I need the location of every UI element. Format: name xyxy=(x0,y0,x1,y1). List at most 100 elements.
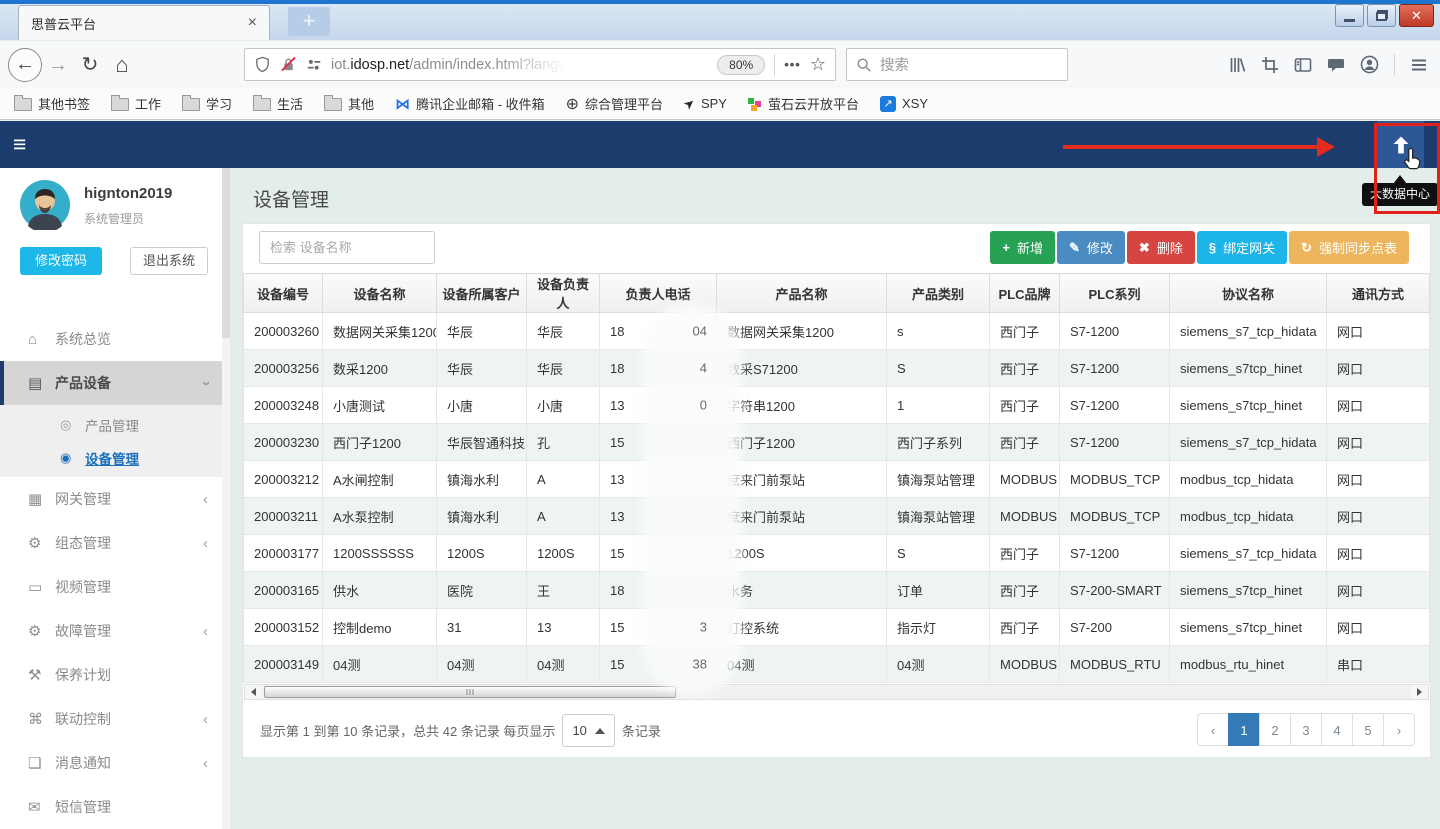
column-header[interactable]: 设备负责人 xyxy=(527,274,600,313)
sidebar-scrollbar[interactable] xyxy=(222,168,230,829)
column-header[interactable]: 设备所属客户 xyxy=(437,274,527,313)
bookmark-item[interactable]: ⋈腾讯企业邮箱 - 收件箱 xyxy=(395,94,545,113)
window-close-button[interactable]: ✕ xyxy=(1399,4,1434,27)
table-row[interactable]: 200003211A水泵控制镇海水利A13庶来门前泵站镇海泵站管理MODBUSM… xyxy=(244,498,1430,535)
action-button-新增[interactable]: +新增 xyxy=(990,231,1055,264)
sidebar-item-系统总览[interactable]: ⌂系统总览 xyxy=(0,317,230,361)
pagination-prev-button[interactable]: ‹ xyxy=(1197,713,1229,746)
column-header[interactable]: 通讯方式 xyxy=(1327,274,1430,313)
table-row[interactable]: 200003152控制demo3113153灯控系统指示灯西门子S7-200si… xyxy=(244,609,1430,646)
sidebar-item-短信管理[interactable]: ✉短信管理 xyxy=(0,785,230,829)
browser-tab[interactable]: 思普云平台 × xyxy=(18,5,270,40)
screen: 思普云平台 × + ✕ ← → ↻ ⌂ iot.idosp.net/admin/… xyxy=(0,0,1440,829)
device-search-input[interactable] xyxy=(259,231,435,264)
bookmark-folder[interactable]: 生活 xyxy=(253,94,303,113)
url-bar[interactable]: iot.idosp.net/admin/index.html?langu 80%… xyxy=(244,48,836,81)
back-button[interactable]: ← xyxy=(8,48,42,82)
bookmark-folder[interactable]: 学习 xyxy=(182,94,232,113)
scroll-left-button[interactable] xyxy=(245,685,262,699)
account-icon[interactable] xyxy=(1360,55,1379,74)
table-row[interactable]: 20000314904测04测04测153804测04测MODBUSMODBUS… xyxy=(244,646,1430,683)
sidebar-item-组态管理[interactable]: ⚙组态管理‹ xyxy=(0,521,230,565)
table-cell-category: 指示灯 xyxy=(887,609,990,646)
sidebar-item-联动控制[interactable]: ⌘联动控制‹ xyxy=(0,697,230,741)
tab-close-icon[interactable]: × xyxy=(248,15,257,31)
page-size-select[interactable]: 10 xyxy=(562,714,614,747)
column-header[interactable]: 设备名称 xyxy=(323,274,437,313)
bookmark-folder[interactable]: 工作 xyxy=(111,94,161,113)
bookmark-label: 其他书签 xyxy=(38,94,90,113)
column-header[interactable]: 协议名称 xyxy=(1170,274,1327,313)
sidebar-collapse-icon[interactable]: ≡ xyxy=(13,131,26,158)
phone-visible-left: 15 xyxy=(610,620,624,635)
insecure-lock-icon[interactable] xyxy=(280,56,297,73)
bookmark-star-icon[interactable]: ☆ xyxy=(810,54,826,75)
table-row[interactable]: 200003256数采1200华辰华辰184数采S71200S西门子S7-120… xyxy=(244,350,1430,387)
bookmark-folder[interactable]: 其他 xyxy=(324,94,374,113)
bookmark-item[interactable]: ⊕综合管理平台 xyxy=(566,94,663,114)
column-header[interactable]: PLC系列 xyxy=(1060,274,1170,313)
table-row[interactable]: 200003230西门子1200华辰智通科技孔15西门子1200西门子系列西门子… xyxy=(244,424,1430,461)
bookmark-item[interactable]: ↗XSY xyxy=(880,96,928,112)
pagination-page-3[interactable]: 3 xyxy=(1290,713,1322,746)
url-text[interactable]: iot.idosp.net/admin/index.html?langu xyxy=(331,57,566,73)
sidebar-subitem-产品管理[interactable]: ◎产品管理 xyxy=(0,408,230,441)
action-button-删除[interactable]: ✖删除 xyxy=(1127,231,1195,264)
sidebar-item-保养计划[interactable]: ⚒保养计划 xyxy=(0,653,230,697)
horizontal-scrollbar[interactable] xyxy=(244,684,1429,700)
sidebar-item-label: 消息通知 xyxy=(55,753,111,773)
screenshot-icon[interactable] xyxy=(1261,56,1279,74)
sidebar-toggle-icon[interactable] xyxy=(1294,56,1312,74)
sidebar-subitem-设备管理[interactable]: ◉设备管理 xyxy=(0,441,230,474)
home-button[interactable]: ⌂ xyxy=(106,54,138,76)
bookmark-item[interactable]: 萤石云开放平台 xyxy=(748,94,859,113)
table-cell-customer: 镇海水利 xyxy=(437,461,527,498)
sidebar-item-故障管理[interactable]: ⚙故障管理‹ xyxy=(0,609,230,653)
bookmark-item[interactable]: ➤SPY xyxy=(684,96,727,112)
menu-icon[interactable] xyxy=(1410,56,1428,74)
sidebar-item-消息通知[interactable]: ❏消息通知‹ xyxy=(0,741,230,785)
table-row[interactable]: 2000031771200SSSSSS1200S1200S151200SS西门子… xyxy=(244,535,1430,572)
scroll-right-button[interactable] xyxy=(1411,685,1428,699)
chat-icon[interactable] xyxy=(1327,56,1345,74)
pagination-page-1[interactable]: 1 xyxy=(1228,713,1260,746)
column-header[interactable]: 产品类别 xyxy=(887,274,990,313)
action-button-绑定网关[interactable]: §绑定网关 xyxy=(1197,231,1287,264)
window-restore-button[interactable] xyxy=(1367,4,1396,27)
action-button-修改[interactable]: ✎修改 xyxy=(1057,231,1125,264)
pagination-page-5[interactable]: 5 xyxy=(1352,713,1384,746)
pagination-next-button[interactable]: › xyxy=(1383,713,1415,746)
sidebar-item-网关管理[interactable]: ▦网关管理‹ xyxy=(0,477,230,521)
library-icon[interactable] xyxy=(1228,56,1246,74)
sidebar-scrollbar-thumb[interactable] xyxy=(222,168,230,338)
sidebar-item-视频管理[interactable]: ▭视频管理 xyxy=(0,565,230,609)
column-header[interactable]: 设备编号 xyxy=(244,274,323,313)
tab-title: 思普云平台 xyxy=(31,14,96,33)
scrollbar-thumb[interactable] xyxy=(264,686,676,698)
pagination-page-4[interactable]: 4 xyxy=(1321,713,1353,746)
pagination-page-2[interactable]: 2 xyxy=(1259,713,1291,746)
bookmark-folder[interactable]: 其他书签 xyxy=(14,94,90,113)
reload-button[interactable]: ↻ xyxy=(74,55,106,75)
zoom-level-badge[interactable]: 80% xyxy=(717,55,765,75)
page-actions-icon[interactable]: ••• xyxy=(784,57,801,72)
window-minimize-button[interactable] xyxy=(1335,4,1364,27)
forward-button[interactable]: → xyxy=(42,55,74,75)
permissions-icon[interactable] xyxy=(306,57,322,73)
sidebar-item-产品设备[interactable]: ▤产品设备‹ xyxy=(0,361,230,405)
new-tab-button[interactable]: + xyxy=(288,7,330,36)
action-button-强制同步点表[interactable]: ↻强制同步点表 xyxy=(1289,231,1409,264)
browser-search-box[interactable]: 搜索 xyxy=(846,48,1068,81)
plus-icon: + xyxy=(1002,240,1010,255)
column-header[interactable]: 负责人电话 xyxy=(600,274,717,313)
table-row[interactable]: 200003212A水闸控制镇海水利A13庶来门前泵站镇海泵站管理MODBUSM… xyxy=(244,461,1430,498)
table-cell-category: 镇海泵站管理 xyxy=(887,498,990,535)
table-row[interactable]: 200003260数据网关采集1200华辰华辰1804数据网关采集1200s西门… xyxy=(244,313,1430,350)
column-header[interactable]: PLC品牌 xyxy=(990,274,1060,313)
logout-button[interactable]: 退出系统 xyxy=(130,247,208,275)
table-row[interactable]: 200003165供水医院王18水务订单西门子S7-200-SMARTsieme… xyxy=(244,572,1430,609)
shield-icon[interactable] xyxy=(254,56,271,73)
change-password-button[interactable]: 修改密码 xyxy=(20,247,102,275)
column-header[interactable]: 产品名称 xyxy=(717,274,887,313)
table-row[interactable]: 200003248小唐测试小唐小唐130字符串12001西门子S7-1200si… xyxy=(244,387,1430,424)
